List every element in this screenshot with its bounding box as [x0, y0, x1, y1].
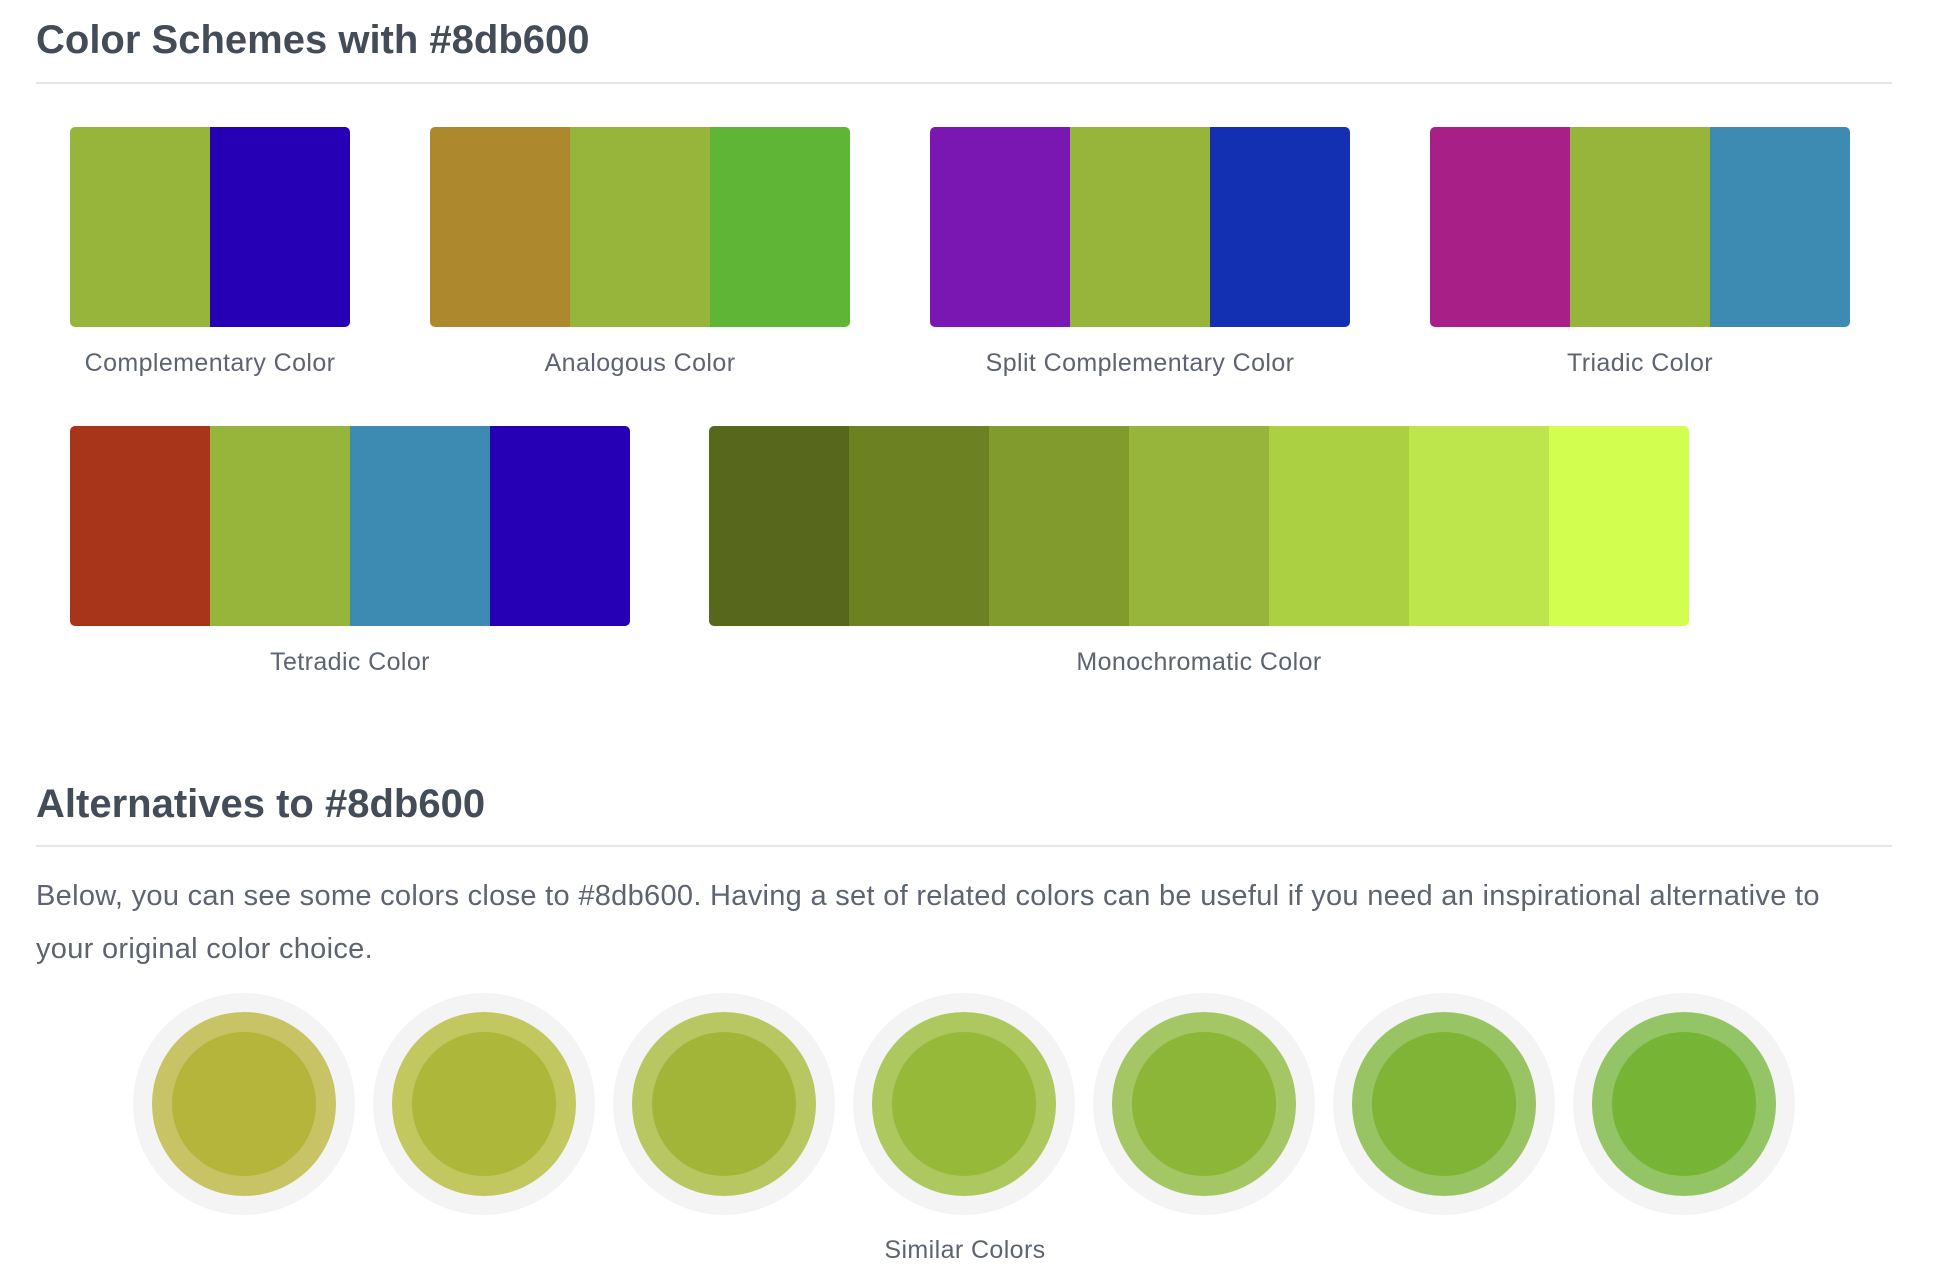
- similar-color-ring: [392, 1012, 576, 1196]
- analogous-swatch[interactable]: [710, 127, 850, 327]
- split-complementary-swatch[interactable]: [1210, 127, 1350, 327]
- similar-colors-row: [0, 993, 1940, 1215]
- monochromatic-swatch[interactable]: [1549, 426, 1689, 626]
- triadic-swatch[interactable]: [1430, 127, 1570, 327]
- tetradic-scheme: Tetradic Color: [70, 426, 630, 677]
- monochromatic-swatch[interactable]: [849, 426, 989, 626]
- split-complementary-swatch[interactable]: [1070, 127, 1210, 327]
- similar-color-fill: [1612, 1032, 1756, 1176]
- similar-color-circle[interactable]: [133, 993, 355, 1215]
- split-complementary-swatch[interactable]: [930, 127, 1070, 327]
- similar-color-fill: [892, 1032, 1036, 1176]
- similar-color-ring: [632, 1012, 816, 1196]
- complementary-swatch[interactable]: [210, 127, 350, 327]
- analogous-scheme: Analogous Color: [430, 127, 850, 378]
- monochromatic-swatch[interactable]: [1409, 426, 1549, 626]
- similar-color-ring: [1352, 1012, 1536, 1196]
- similar-color-ring: [872, 1012, 1056, 1196]
- similar-color-ring: [1592, 1012, 1776, 1196]
- heading-divider: [36, 82, 1892, 84]
- swatch-row: [1430, 127, 1850, 327]
- page-scrollbar[interactable]: [1922, 0, 1940, 1280]
- alternatives-heading: Alternatives to #8db600: [36, 782, 486, 826]
- monochromatic-label: Monochromatic Color: [1076, 648, 1322, 676]
- alternatives-description: Below, you can see some colors close to …: [36, 880, 1820, 965]
- monochromatic-swatch[interactable]: [989, 426, 1129, 626]
- tetradic-swatch[interactable]: [70, 426, 210, 626]
- complementary-scheme: Complementary Color: [70, 127, 350, 378]
- similar-colors-label: Similar Colors: [884, 1236, 1046, 1264]
- similar-color-circle[interactable]: [1573, 993, 1795, 1215]
- heading-divider: [36, 845, 1892, 847]
- similar-color-circle[interactable]: [1333, 993, 1555, 1215]
- split-complementary-scheme: Split Complementary Color: [930, 127, 1350, 378]
- complementary-label: Complementary Color: [84, 349, 336, 377]
- swatch-row: [70, 426, 630, 626]
- monochromatic-swatch[interactable]: [1129, 426, 1269, 626]
- similar-color-ring: [1112, 1012, 1296, 1196]
- complementary-swatch[interactable]: [70, 127, 210, 327]
- analogous-swatch[interactable]: [430, 127, 570, 327]
- swatch-row: [70, 127, 350, 327]
- tetradic-swatch[interactable]: [210, 426, 350, 626]
- triadic-swatch[interactable]: [1710, 127, 1850, 327]
- triadic-label: Triadic Color: [1567, 349, 1713, 377]
- similar-color-ring: [152, 1012, 336, 1196]
- triadic-swatch[interactable]: [1570, 127, 1710, 327]
- split-complementary-label: Split Complementary Color: [985, 349, 1295, 377]
- monochromatic-swatch[interactable]: [709, 426, 849, 626]
- similar-color-circle[interactable]: [853, 993, 1075, 1215]
- similar-color-circle[interactable]: [613, 993, 835, 1215]
- color-schemes-heading: Color Schemes with #8db600: [36, 18, 590, 62]
- similar-color-circle[interactable]: [373, 993, 595, 1215]
- monochromatic-swatch[interactable]: [1269, 426, 1409, 626]
- swatch-row: [430, 127, 850, 327]
- swatch-row: [709, 426, 1689, 626]
- swatch-row: [930, 127, 1350, 327]
- monochromatic-scheme: Monochromatic Color: [709, 426, 1689, 677]
- similar-color-fill: [1372, 1032, 1516, 1176]
- tetradic-swatch[interactable]: [350, 426, 490, 626]
- analogous-label: Analogous Color: [544, 349, 736, 377]
- similar-color-fill: [172, 1032, 316, 1176]
- similar-color-circle[interactable]: [1093, 993, 1315, 1215]
- similar-color-fill: [1132, 1032, 1276, 1176]
- tetradic-swatch[interactable]: [490, 426, 630, 626]
- analogous-swatch[interactable]: [570, 127, 710, 327]
- triadic-scheme: Triadic Color: [1430, 127, 1850, 378]
- similar-color-fill: [412, 1032, 556, 1176]
- tetradic-label: Tetradic Color: [270, 648, 430, 676]
- similar-color-fill: [652, 1032, 796, 1176]
